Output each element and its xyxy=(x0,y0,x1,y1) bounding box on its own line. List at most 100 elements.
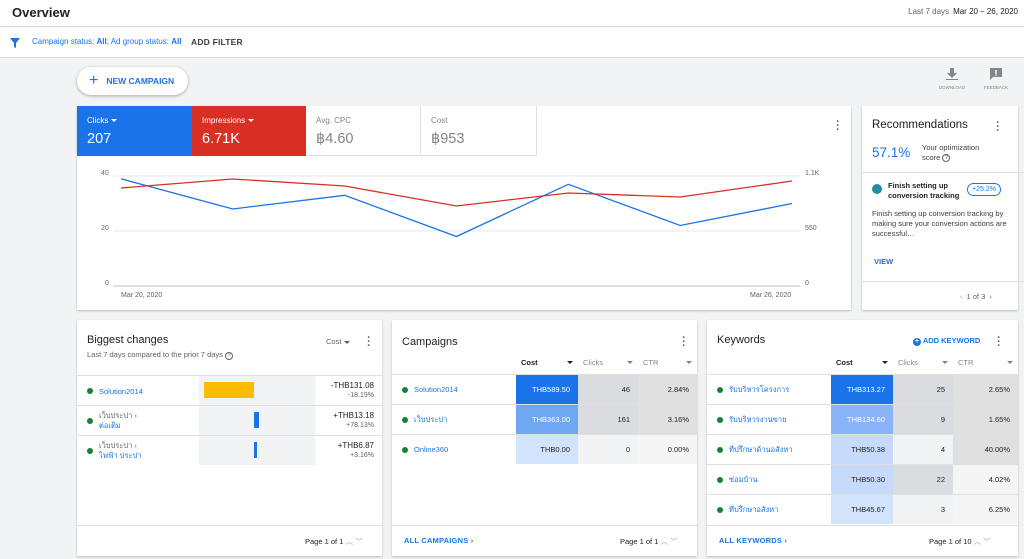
table-row[interactable]: ที่ปรึกษาอสังหา THB45.67 3 6.25% xyxy=(707,494,1018,524)
change-bar-track xyxy=(199,436,315,465)
status-dot xyxy=(717,477,723,483)
more-options-icon[interactable]: · · · xyxy=(365,333,373,352)
ctr-cell: 1.65% xyxy=(953,405,1018,434)
chevron-up-icon[interactable]: ︿ xyxy=(974,537,982,546)
row-name-link[interactable]: Solution2014 xyxy=(414,375,509,404)
metric-select[interactable]: Cost xyxy=(326,337,350,346)
row-name-link[interactable]: Online360 xyxy=(414,435,509,464)
column-header-clicks[interactable]: Clicks xyxy=(898,358,948,367)
cost-cell: THB50.38 xyxy=(831,435,893,464)
chevron-down-icon[interactable]: ﹀ xyxy=(670,537,678,546)
help-icon: ? xyxy=(225,352,234,360)
all-keywords-link[interactable]: ALL KEYWORDS › xyxy=(719,536,787,545)
table-row[interactable]: รับบริหารงานขาย THB134.60 9 1.65% xyxy=(707,404,1018,434)
chevron-left-icon[interactable]: ‹ xyxy=(960,292,963,301)
table-row[interactable]: ซ่อมบ้าน THB50.30 22 4.02% xyxy=(707,464,1018,494)
divider xyxy=(707,525,1018,526)
column-header-clicks[interactable]: Clicks xyxy=(583,358,633,367)
more-options-icon[interactable]: · · · xyxy=(995,333,1003,352)
view-button[interactable]: VIEW xyxy=(874,257,893,266)
card-subtitle: Last 7 days compared to the prior 7 days… xyxy=(87,350,234,360)
chevron-down-icon xyxy=(1007,361,1013,364)
change-value: -THB131.08 -18.19% xyxy=(330,381,374,399)
chevron-right-icon[interactable]: › xyxy=(989,292,992,301)
chevron-down-icon[interactable]: ﹀ xyxy=(983,537,991,546)
row-name-link[interactable]: ที่ปรึกษาอสังหา xyxy=(729,495,824,524)
pager: Page 1 of 1 ︿ ﹀ xyxy=(305,537,363,546)
date-range[interactable]: Last 7 days Mar 20 – 26, 2020 xyxy=(908,7,1018,16)
row-name-link[interactable]: เว็บประปา xyxy=(414,405,509,434)
campaigns-card: Campaigns · · · Cost Clicks CTR Solution2014 T… xyxy=(392,320,697,556)
feedback-button[interactable]: FEEDBACK xyxy=(981,68,1011,90)
filter-icon[interactable] xyxy=(9,37,21,49)
cost-cell: THB45.67 xyxy=(831,495,893,524)
entity-name[interactable]: Solution2014 xyxy=(99,387,143,397)
clicks-cell: 22 xyxy=(893,465,953,494)
recommendation-description: Finish setting up conversion tracking by… xyxy=(872,209,1007,238)
clicks-cell: 25 xyxy=(893,375,953,404)
pager: Page 1 of 10 ︿ ﹀ xyxy=(929,537,991,546)
biggest-changes-card: Biggest changes Last 7 days compared to … xyxy=(77,320,382,556)
chevron-up-icon[interactable]: ︿ xyxy=(660,537,668,546)
cost-cell: THB50.30 xyxy=(831,465,893,494)
chevron-down-icon xyxy=(882,361,888,364)
row-name-link[interactable]: ที่ปรึกษาด้านอสังหา xyxy=(729,435,824,464)
help-icon: ? xyxy=(942,154,951,163)
column-header-cost[interactable]: Cost xyxy=(836,358,888,367)
row-name-link[interactable]: ซ่อมบ้าน xyxy=(729,465,824,494)
change-bar-track xyxy=(199,406,315,435)
plus-icon: + xyxy=(89,72,99,89)
change-bar xyxy=(254,442,257,458)
entity-name[interactable]: เว็บประปา › ไฟฟ้า ประปา xyxy=(99,441,141,461)
table-row[interactable]: เว็บประปา THB363.00 161 3.16% xyxy=(392,404,697,434)
table-row[interactable]: เว็บประปา › ไฟฟ้า ประปา +THB6.87 +3.16% xyxy=(77,435,382,465)
series-line-clicks xyxy=(120,178,793,238)
status-dot xyxy=(717,417,723,423)
status-dot xyxy=(717,507,723,513)
chevron-down-icon xyxy=(627,361,633,364)
table-row[interactable]: Online360 THB0.00 0 0.00% xyxy=(392,434,697,464)
new-campaign-button[interactable]: + NEW CAMPAIGN xyxy=(77,67,188,95)
table-row[interactable]: Solution2014 THB589.50 46 2.84% xyxy=(392,374,697,404)
chevron-down-icon[interactable]: ﹀ xyxy=(355,537,363,546)
pager: Page 1 of 1 ︿ ﹀ xyxy=(620,537,678,546)
row-name-link[interactable]: รับบริหารโครงการ xyxy=(729,375,824,404)
more-options-icon[interactable]: · · · xyxy=(994,118,1002,137)
x-tick-label: Mar 20, 2020 xyxy=(121,292,163,299)
add-keyword-button[interactable]: + ADD KEYWORD xyxy=(913,336,980,346)
download-button[interactable]: DOWNLOAD xyxy=(937,68,967,90)
ctr-cell: 2.65% xyxy=(953,375,1018,404)
more-options-icon[interactable]: · · · xyxy=(680,333,688,352)
feedback-icon xyxy=(990,68,1002,80)
date-range-value: Mar 20 – 26, 2020 xyxy=(953,7,1018,16)
clicks-cell: 3 xyxy=(893,495,953,524)
change-bar xyxy=(254,412,259,428)
right-tick-label: 550 xyxy=(805,225,817,232)
column-header-ctr[interactable]: CTR xyxy=(643,358,692,367)
optimization-score: 57.1% xyxy=(872,145,911,160)
all-campaigns-link[interactable]: ALL CAMPAIGNS › xyxy=(404,536,473,545)
table-row[interactable]: Solution2014 -THB131.08 -18.19% xyxy=(77,375,382,405)
chevron-down-icon xyxy=(942,361,948,364)
page-title: Overview xyxy=(12,5,70,20)
status-dot xyxy=(87,418,93,424)
column-header-ctr[interactable]: CTR xyxy=(958,358,1013,367)
table-row[interactable]: ที่ปรึกษาด้านอสังหา THB50.38 4 40.00% xyxy=(707,434,1018,464)
entity-name[interactable]: เว็บประปา › ต่อเติม xyxy=(99,411,137,431)
table-row[interactable]: เว็บประปา › ต่อเติม +THB13.18 +78.13% xyxy=(77,405,382,435)
divider xyxy=(862,172,1024,173)
row-name-link[interactable]: รับบริหารงานขาย xyxy=(729,405,824,434)
keywords-card: Keywords + ADD KEYWORD · · · Cost Clicks CTR… xyxy=(707,320,1018,556)
card-title: Biggest changes xyxy=(87,334,169,346)
right-tick-label: 1.1K xyxy=(805,170,820,177)
performance-chart xyxy=(113,175,800,287)
active-filters[interactable]: Campaign status: All; Ad group status: A… xyxy=(32,37,181,46)
left-tick-label: 20 xyxy=(101,225,109,232)
add-filter-button[interactable]: ADD FILTER xyxy=(191,37,243,47)
change-bar-track xyxy=(199,376,315,405)
card-title: Keywords xyxy=(717,334,766,346)
column-header-cost[interactable]: Cost xyxy=(521,358,573,367)
table-row[interactable]: รับบริหารโครงการ THB313.27 25 2.65% xyxy=(707,374,1018,404)
chevron-up-icon[interactable]: ︿ xyxy=(345,537,353,546)
recommendation-title[interactable]: Finish setting up conversion tracking xyxy=(888,181,963,201)
